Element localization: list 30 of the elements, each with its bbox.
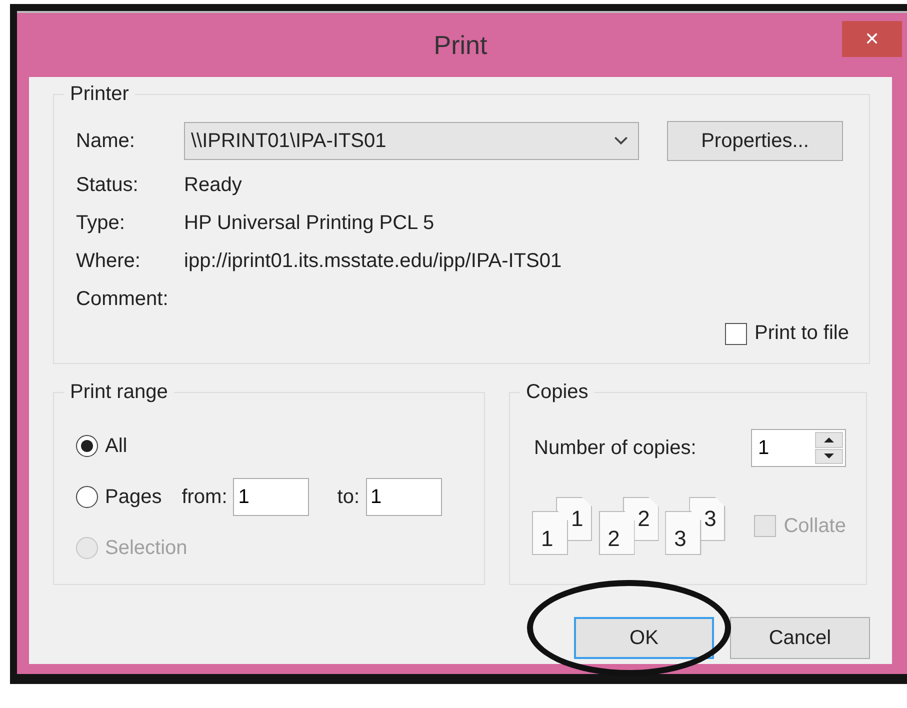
field-label: Status: [76, 174, 140, 197]
radio-button[interactable] [76, 435, 98, 457]
field-value: Ready [184, 174, 243, 197]
field-label: to: [337, 486, 360, 508]
field-value: HP Universal Printing PCL 5 [184, 212, 436, 235]
radio-label: All [105, 434, 128, 458]
dialog-button[interactable]: Cancel [730, 617, 870, 659]
field-label: Where: [76, 250, 142, 273]
field-label: Comment: [76, 288, 170, 311]
checkbox[interactable] [724, 322, 747, 344]
properties-button[interactable]: Properties... [667, 121, 843, 161]
page-from-field[interactable]: 1 [233, 478, 310, 516]
printer-dropdown[interactable]: \\IPRINT01\IPA-ITS01 [184, 122, 639, 160]
field-label: Name: [76, 130, 136, 152]
checkbox-label: Collate [784, 514, 846, 538]
checkbox-label: Print to file [754, 322, 849, 345]
field-label: Type: [76, 212, 126, 235]
radio-button[interactable] [76, 486, 98, 508]
window-title: Print [434, 30, 488, 60]
group-label: Print range [64, 381, 174, 404]
chevron-down-icon [614, 136, 628, 146]
radio-label: Selection [105, 536, 188, 560]
field-label: from: [182, 486, 228, 508]
close-button[interactable]: ✕ [842, 21, 902, 57]
field-label: Number of copies: [534, 436, 696, 460]
group-label: Copies [520, 381, 594, 404]
field-value: ipp://iprint01.its.msstate.edu/ipp/IPA-ITS01 [184, 250, 563, 273]
dialog-button[interactable]: OK [574, 617, 714, 659]
radio-label: Pages [105, 486, 162, 508]
page-to-field[interactable]: 1 [366, 478, 442, 516]
